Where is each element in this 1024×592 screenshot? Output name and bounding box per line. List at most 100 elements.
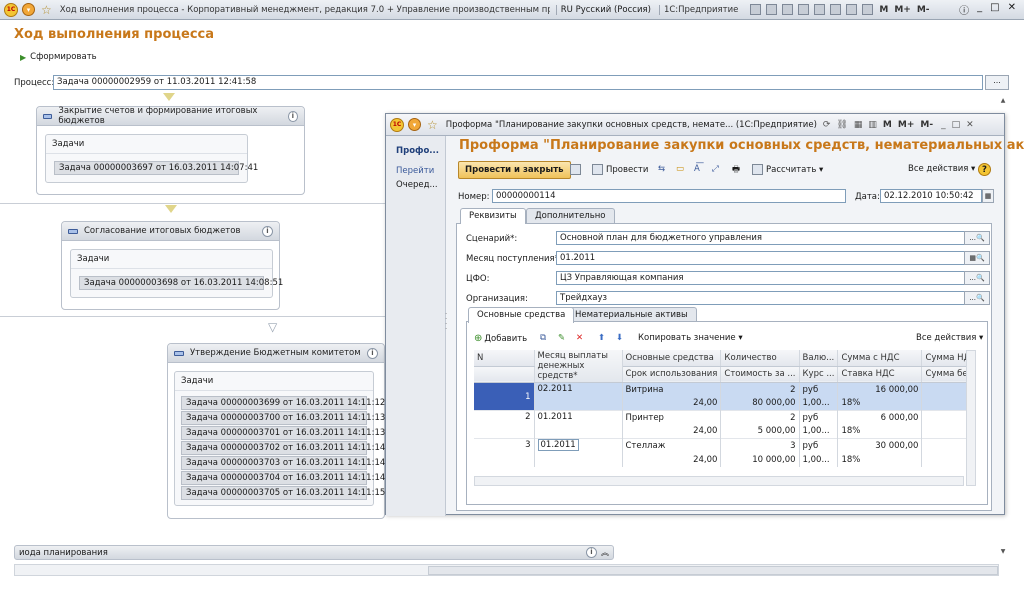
history-icon[interactable] — [798, 4, 810, 15]
maximize-icon[interactable]: □ — [952, 120, 961, 130]
cell-cost[interactable]: 10 000,00 — [720, 452, 800, 467]
1c-logo-icon[interactable]: 1C — [390, 117, 404, 132]
post-button[interactable]: Провести — [592, 164, 648, 175]
info-icon[interactable]: i — [367, 347, 378, 359]
link-icon[interactable]: ⛓ — [836, 120, 847, 130]
compare-icon[interactable] — [862, 4, 874, 15]
cell-currency[interactable]: руб — [799, 438, 839, 453]
scroll-down-icon[interactable]: ▼ — [998, 548, 1008, 558]
scrollbar-thumb[interactable] — [428, 566, 998, 575]
scroll-up-icon[interactable]: ▲ — [998, 97, 1008, 107]
number-field[interactable]: 00000000114 — [492, 189, 846, 203]
menu-circle-icon[interactable]: ▾ — [408, 118, 421, 131]
task-item[interactable]: Задача 00000003701 от 16.03.2011 14:11:1… — [181, 426, 385, 440]
minimize-icon[interactable]: _ — [941, 120, 946, 130]
cell-sum-vat[interactable]: 16 000,00 — [837, 382, 923, 397]
favorites-star-icon[interactable]: ☆ — [41, 3, 52, 17]
task-item[interactable]: Задача 00000003697 от 16.03.2011 14:07:4… — [54, 161, 258, 175]
cell-quantity[interactable]: 2 — [720, 382, 800, 397]
home-icon[interactable] — [814, 4, 826, 15]
info-icon[interactable]: i — [287, 110, 298, 122]
print-icon[interactable] — [766, 4, 778, 15]
edit-icon[interactable]: ✎ — [558, 333, 565, 343]
column-header[interactable]: Сумма с НДС — [837, 350, 923, 367]
help-button[interactable]: ? — [978, 163, 991, 176]
copy-value-menu[interactable]: Копировать значение ▾ — [638, 333, 743, 343]
cell-term[interactable]: 24,00 — [622, 396, 722, 411]
cell-rate[interactable]: 1,00... — [799, 396, 839, 411]
column-header[interactable]: Количество — [720, 350, 800, 367]
row-number[interactable]: 1 — [474, 382, 535, 411]
row-number[interactable]: 3 — [474, 438, 535, 467]
menu-circle-icon[interactable]: ▾ — [22, 3, 35, 16]
row-number[interactable]: 2 — [474, 410, 535, 439]
favorites-star-icon[interactable]: ☆ — [427, 118, 438, 132]
column-header[interactable]: Срок использования — [622, 366, 722, 384]
cell-currency[interactable]: руб — [799, 382, 839, 397]
cell-currency[interactable]: руб — [799, 410, 839, 425]
info-icon[interactable]: ⓘ — [959, 2, 969, 17]
cell-rate[interactable]: 1,00... — [799, 424, 839, 439]
all-actions-menu[interactable]: Все действия ▾ — [908, 164, 975, 174]
minimize-icon[interactable]: _ — [977, 2, 982, 17]
memory-mminus-button[interactable]: M- — [920, 120, 933, 130]
memory-m-button[interactable]: M — [879, 5, 888, 15]
language-indicator[interactable]: RU Русский (Россия) — [555, 4, 651, 15]
fill-icon[interactable]: ⤢ — [712, 164, 719, 174]
calendar-icon[interactable]: ▦ — [982, 189, 994, 203]
cell-vat-rate[interactable]: 18% — [837, 396, 923, 411]
task-item[interactable]: Задача 00000003698 от 16.03.2011 14:08:5… — [79, 276, 283, 290]
cell-month[interactable]: 01.2011 — [534, 410, 623, 439]
move-up-icon[interactable]: ⬆ — [598, 333, 605, 343]
cfo-select-button[interactable]: ...🔍 — [964, 271, 990, 285]
grid-vertical-scrollbar[interactable] — [966, 350, 976, 486]
calculator-icon[interactable] — [846, 4, 858, 15]
structure-icon[interactable]: ⇆ — [658, 164, 665, 174]
grid-all-actions-menu[interactable]: Все действия ▾ — [916, 333, 983, 343]
close-icon[interactable]: ✕ — [966, 120, 974, 130]
cell-quantity[interactable]: 2 — [720, 410, 800, 425]
calculate-button[interactable]: Рассчитать ▾ — [752, 164, 823, 175]
memory-mminus-button[interactable]: M- — [917, 5, 930, 15]
preview-icon[interactable] — [782, 4, 794, 15]
refresh-icon[interactable]: ⟳ — [823, 120, 831, 130]
cell-month[interactable]: 02.2011 — [534, 382, 623, 411]
horizontal-scrollbar[interactable] — [14, 564, 999, 576]
column-header[interactable]: N — [474, 350, 535, 367]
splitter-handle[interactable]: · · · · — [445, 311, 447, 333]
delete-icon[interactable]: ✕ — [576, 333, 583, 343]
copy-row-icon[interactable]: ⧉ — [540, 333, 546, 343]
table-row[interactable]: 3 01.2011 Стеллаж 3 руб 30 000,00 — [474, 438, 977, 467]
task-item[interactable]: Задача 00000003699 от 16.03.2011 14:11:1… — [181, 396, 385, 410]
column-header[interactable]: Основные средства — [622, 350, 722, 367]
post-and-close-button[interactable]: Провести и закрыть — [458, 161, 571, 179]
spellcheck-icon[interactable]: A͞ — [694, 164, 700, 174]
process-select-button[interactable]: ... — [985, 75, 1009, 90]
tab-requisites[interactable]: Реквизиты — [460, 208, 526, 224]
column-header[interactable]: Валю... — [799, 350, 839, 367]
date-field[interactable]: 02.12.2010 10:50:42 — [880, 189, 982, 203]
cell-month-editor[interactable]: 01.2011 — [537, 439, 579, 451]
cfo-field[interactable]: ЦЗ Управляющая компания — [556, 271, 966, 285]
cell-vat-rate[interactable]: 18% — [837, 452, 923, 467]
cell-quantity[interactable]: 3 — [720, 438, 800, 453]
task-item[interactable]: Задача 00000003703 от 16.03.2011 14:11:1… — [181, 456, 385, 470]
column-header[interactable]: Ставка НДС — [837, 366, 923, 384]
memory-mplus-button[interactable]: M+ — [894, 5, 911, 15]
table-row[interactable]: 2 01.2011 Принтер 2 руб 6 000,00 — [474, 410, 977, 439]
cell-asset[interactable]: Стеллаж — [622, 438, 722, 453]
tab-additional[interactable]: Дополнительно — [526, 208, 615, 223]
add-row-button[interactable]: ⊕ Добавить — [474, 333, 527, 344]
task-item[interactable]: Задача 00000003704 от 16.03.2011 14:11:1… — [181, 471, 385, 485]
print-icon[interactable]: 🖶 — [732, 164, 740, 178]
grid-horizontal-scrollbar[interactable] — [474, 476, 964, 486]
process-field[interactable]: Задача 00000002959 от 11.03.2011 12:41:5… — [53, 75, 983, 90]
info-icon[interactable]: i — [586, 547, 597, 558]
1c-logo-icon[interactable]: 1C — [4, 2, 18, 17]
save-icon[interactable] — [570, 164, 584, 175]
minus-icon[interactable]: ▭ — [676, 164, 684, 174]
cell-vat-rate[interactable]: 18% — [837, 424, 923, 439]
maximize-icon[interactable]: □ — [990, 2, 999, 17]
move-down-icon[interactable]: ⬇ — [616, 333, 623, 343]
cell-asset[interactable]: Витрина — [622, 382, 722, 397]
